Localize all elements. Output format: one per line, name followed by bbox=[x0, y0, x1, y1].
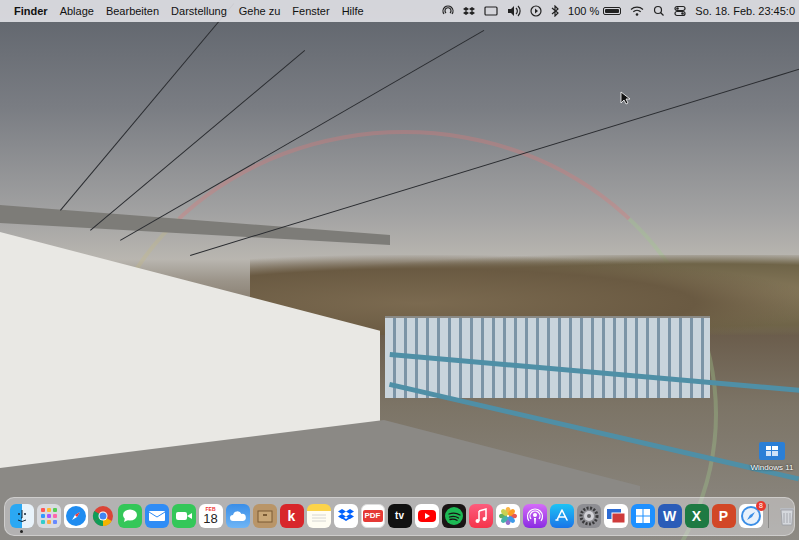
dock-item[interactable]: FEB18 bbox=[198, 504, 223, 529]
dock-item[interactable] bbox=[90, 504, 115, 529]
dock-item[interactable] bbox=[117, 504, 142, 529]
letter-icon: P bbox=[712, 504, 736, 528]
icon-label: tv bbox=[395, 511, 404, 521]
menu-list: Finder Ablage Bearbeiten Darstellung Gehe zu… bbox=[14, 5, 364, 17]
windows-app-icon bbox=[759, 442, 785, 460]
menu-item[interactable]: Fenster bbox=[292, 5, 329, 17]
desktop: Windows 11 bbox=[0, 22, 799, 497]
letter-icon: X bbox=[685, 504, 709, 528]
desktop-icon[interactable]: Windows 11 bbox=[749, 442, 795, 472]
dock-item[interactable] bbox=[576, 504, 601, 529]
dock-item[interactable] bbox=[468, 504, 493, 529]
youtube-icon bbox=[415, 504, 439, 528]
icon-label: W bbox=[663, 509, 676, 523]
letter-icon: W bbox=[658, 504, 682, 528]
pdf-icon: PDF bbox=[361, 504, 385, 528]
clock[interactable]: So. 18. Feb. 23:45:0 bbox=[695, 5, 795, 17]
display-icon[interactable] bbox=[484, 5, 498, 17]
battery-icon bbox=[603, 7, 621, 15]
dock: FEB18 k PDF tv W X P 8 bbox=[4, 497, 795, 536]
notification-badge: 8 bbox=[756, 501, 766, 511]
remote-icon bbox=[604, 504, 628, 528]
menu-item[interactable]: Darstellung bbox=[171, 5, 227, 17]
dock-item[interactable] bbox=[252, 504, 277, 529]
cloud-icon bbox=[226, 504, 250, 528]
dock-item[interactable] bbox=[414, 504, 439, 529]
menu-item[interactable]: Ablage bbox=[60, 5, 94, 17]
dock-item[interactable]: X bbox=[684, 504, 709, 529]
dock-item[interactable] bbox=[36, 504, 61, 529]
dropbox-icon bbox=[334, 504, 358, 528]
icon-label: k bbox=[288, 509, 296, 523]
archive-icon bbox=[253, 504, 277, 528]
bluetooth-icon[interactable] bbox=[551, 5, 559, 17]
wifi-icon[interactable] bbox=[630, 5, 644, 17]
menu-item[interactable]: Bearbeiten bbox=[106, 5, 159, 17]
search-icon[interactable] bbox=[653, 5, 665, 17]
dock-item[interactable] bbox=[225, 504, 250, 529]
dock-separator bbox=[768, 504, 769, 528]
facetime-icon bbox=[172, 504, 196, 528]
windows-icon bbox=[631, 504, 655, 528]
finder-icon bbox=[10, 504, 34, 528]
dropbox-icon[interactable] bbox=[463, 5, 475, 17]
icon-label: X bbox=[692, 509, 701, 523]
wallpaper bbox=[0, 0, 799, 540]
settings-icon bbox=[577, 504, 601, 528]
dock-item[interactable] bbox=[522, 504, 547, 529]
tv-icon: tv bbox=[388, 504, 412, 528]
mail-icon bbox=[145, 504, 169, 528]
chrome-icon bbox=[91, 504, 115, 528]
dock-item[interactable]: 8 bbox=[738, 504, 763, 529]
spotify-icon bbox=[442, 504, 466, 528]
podcasts-icon bbox=[523, 504, 547, 528]
notes-icon bbox=[307, 504, 331, 528]
menu-item[interactable]: Hilfe bbox=[342, 5, 364, 17]
running-indicator bbox=[20, 530, 23, 533]
dock-item[interactable] bbox=[63, 504, 88, 529]
photos-icon bbox=[496, 504, 520, 528]
dock-item[interactable] bbox=[630, 504, 655, 529]
dock-item[interactable] bbox=[144, 504, 169, 529]
letter-icon: k bbox=[280, 504, 304, 528]
icon-label: 18 bbox=[203, 512, 217, 525]
status-area: 100 % So. 18. Feb. 23:45:0 bbox=[442, 5, 795, 17]
dock-item[interactable]: tv bbox=[387, 504, 412, 529]
dock-item[interactable] bbox=[333, 504, 358, 529]
calendar-icon: FEB18 bbox=[199, 504, 223, 528]
airdrop-icon[interactable] bbox=[442, 5, 454, 17]
play-icon[interactable] bbox=[530, 5, 542, 17]
safari-icon bbox=[64, 504, 88, 528]
dock-item[interactable] bbox=[9, 504, 34, 529]
messages-icon bbox=[118, 504, 142, 528]
menu-item[interactable]: Gehe zu bbox=[239, 5, 281, 17]
dock-item[interactable]: PDF bbox=[360, 504, 385, 529]
appstore-icon bbox=[550, 504, 574, 528]
pointer-icon bbox=[620, 91, 630, 109]
desktop-icon-label: Windows 11 bbox=[751, 463, 794, 472]
dock-item[interactable] bbox=[306, 504, 331, 529]
menu-bar: Finder Ablage Bearbeiten Darstellung Gehe zu… bbox=[0, 0, 799, 22]
battery-fill bbox=[605, 9, 619, 13]
dock-item[interactable] bbox=[774, 504, 799, 529]
control-center-icon[interactable] bbox=[674, 5, 686, 17]
volume-icon[interactable] bbox=[507, 5, 521, 17]
trash-icon bbox=[775, 504, 799, 528]
dock-item[interactable]: k bbox=[279, 504, 304, 529]
dock-item[interactable]: P bbox=[711, 504, 736, 529]
app-menu[interactable]: Finder bbox=[14, 5, 48, 17]
launchpad-icon bbox=[37, 504, 61, 528]
dock-item[interactable] bbox=[171, 504, 196, 529]
dock-item[interactable] bbox=[549, 504, 574, 529]
icon-label: PDF bbox=[363, 510, 383, 522]
dock-item[interactable] bbox=[441, 504, 466, 529]
dock-area: FEB18 k PDF tv W X P 8 bbox=[0, 497, 799, 540]
dock-item[interactable] bbox=[495, 504, 520, 529]
dock-item[interactable] bbox=[603, 504, 628, 529]
icon-label: P bbox=[719, 509, 728, 523]
battery[interactable]: 100 % bbox=[568, 5, 621, 17]
battery-percent: 100 % bbox=[568, 5, 599, 17]
music-icon bbox=[469, 504, 493, 528]
dock-item[interactable]: W bbox=[657, 504, 682, 529]
